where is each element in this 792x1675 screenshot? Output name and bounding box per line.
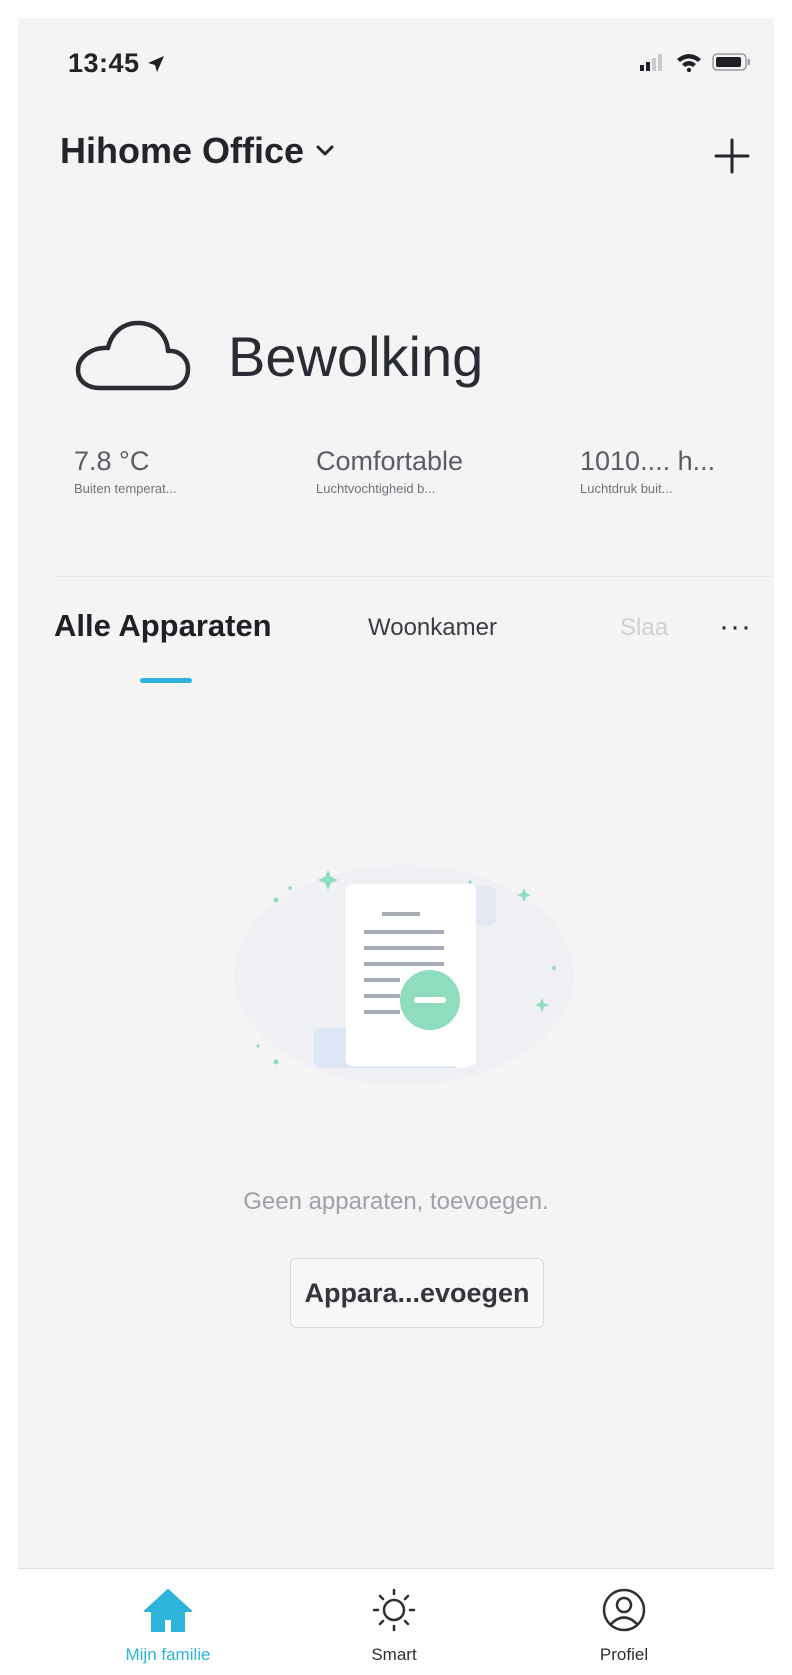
home-name: Hihome Office — [60, 130, 305, 171]
add-device-button[interactable]: Appara...evoegen — [290, 1258, 544, 1328]
outdoor-pressure: 1010.... h... Luchtdruk buit... — [580, 446, 715, 496]
profile-icon — [602, 1588, 646, 1632]
app-screen: 13:45 Hihome Office Bewolking 7.8 °C Bui… — [18, 18, 774, 1675]
stat-label: Luchtvochtigheid b... — [316, 481, 436, 496]
stat-label: Luchtdruk buit... — [580, 481, 673, 496]
tabbar-label: Mijn familie — [125, 1645, 211, 1664]
empty-state-message: Geen apparaten, toevoegen. — [243, 1188, 549, 1215]
cloud-icon — [75, 320, 191, 391]
tabbar-item-profiel[interactable]: Profiel — [544, 1587, 704, 1665]
tab-woonkamer[interactable]: Woonkamer — [368, 614, 497, 642]
outdoor-humidity: Comfortable Luchtvochtigheid b... — [316, 446, 463, 496]
battery-icon — [712, 53, 750, 71]
tabbar-item-smart[interactable]: Smart — [314, 1587, 474, 1665]
section-divider — [56, 576, 774, 577]
tabbar-label: Smart — [371, 1645, 417, 1664]
wifi-icon — [677, 54, 701, 72]
status-icons — [640, 52, 752, 72]
sun-icon — [372, 1588, 416, 1632]
empty-document-icon — [234, 865, 574, 1085]
home-selector[interactable]: Hihome Office — [60, 130, 334, 172]
active-tab-indicator — [140, 678, 192, 683]
stat-value: 7.8 °C — [74, 446, 150, 476]
bottom-tab-bar: Mijn familie Smart Profiel — [18, 1568, 774, 1675]
more-tabs-button[interactable]: ··· — [719, 610, 752, 644]
plus-icon[interactable] — [712, 136, 752, 176]
stat-label: Buiten temperat... — [74, 481, 177, 496]
stat-value: Comfortable — [316, 446, 464, 476]
outdoor-temperature: 7.8 °C Buiten temperat... — [74, 446, 177, 496]
status-time-text: 13:45 — [68, 48, 140, 78]
tabbar-item-mijn-familie[interactable]: Mijn familie — [88, 1587, 248, 1665]
weather-summary: Bewolking — [74, 318, 483, 394]
weather-condition: Bewolking — [228, 324, 484, 388]
stat-value: 1010.... h... — [580, 446, 716, 476]
home-icon — [144, 1589, 192, 1632]
tab-slaapkamer[interactable]: Slaa — [620, 614, 674, 642]
status-time: 13:45 — [68, 48, 166, 79]
chevron-down-icon — [316, 145, 334, 156]
tab-alle-apparaten[interactable]: Alle Apparaten — [54, 608, 272, 644]
location-arrow-icon — [147, 55, 164, 72]
signal-icon — [640, 54, 662, 71]
tabbar-label: Profiel — [599, 1645, 649, 1664]
